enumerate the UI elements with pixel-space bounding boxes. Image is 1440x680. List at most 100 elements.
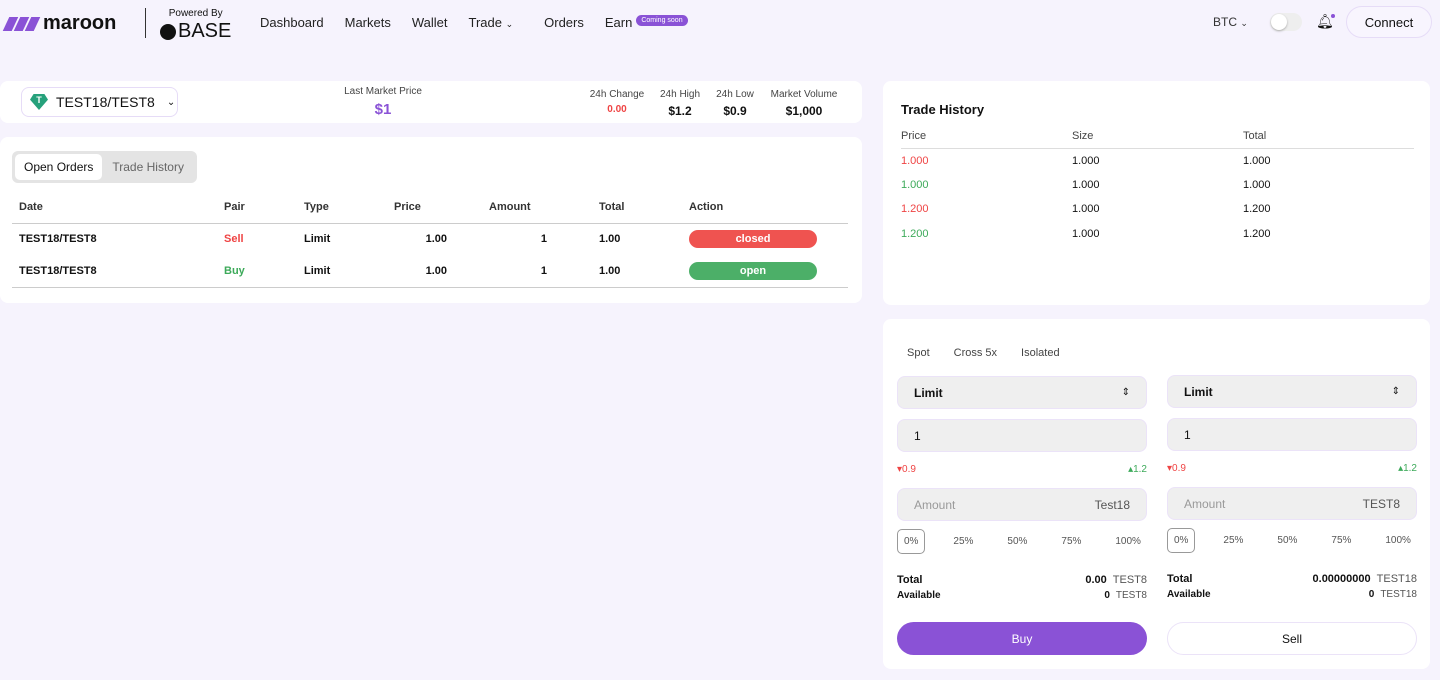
trade-history-table: Price Size Total 1.000 1.000 1.000 1.000 1.000… (901, 124, 1414, 246)
nav-earn-label: Earn (604, 15, 633, 30)
available-label: Available (1167, 589, 1211, 600)
order-type-label: Limit (1184, 384, 1213, 399)
percent-100-button[interactable]: 100% (1379, 535, 1417, 546)
sell-price-input[interactable]: 1 (1167, 418, 1417, 451)
nav-trade[interactable]: Trade ⌄ (468, 15, 513, 30)
connect-button[interactable]: Connect (1346, 6, 1432, 38)
total-label: Total (1167, 573, 1193, 585)
cell-price: 1.00 (425, 264, 447, 277)
amount-placeholder: Amount (1184, 496, 1226, 511)
stat-value: $1,000 (785, 104, 823, 118)
cell-size: 1.000 (1072, 154, 1100, 167)
pair-label: TEST18/TEST8 (56, 94, 155, 110)
cell-size: 1.000 (1072, 203, 1100, 216)
currency-selector[interactable]: BTC ⌄ (1213, 15, 1248, 29)
buy-summary: Total 0.00 TEST8 Available 0 TEST8 (897, 574, 1147, 605)
percent-75-button[interactable]: 75% (1055, 536, 1087, 547)
chevron-down-icon: ⌄ (1240, 18, 1248, 28)
table-row: TEST18/TEST8 Sell Limit 1.00 1 1.00 clos… (12, 223, 848, 255)
trade-history-panel: Trade History Price Size Total 1.000 1.000 1… (883, 81, 1430, 305)
sell-button[interactable]: Sell (1167, 622, 1417, 655)
nav-earn[interactable]: Earn Coming soon (605, 15, 688, 30)
total-value: 0.00000000 (1312, 573, 1371, 585)
pair-selector[interactable]: T TEST18/TEST8 ⌄ (21, 87, 178, 117)
change-24h: 24h Change 0.00 (584, 89, 650, 115)
cell-size: 1.000 (1072, 227, 1100, 240)
brand-name: maroon (43, 12, 117, 34)
powered-by-base: Powered By BASE (160, 8, 231, 43)
col-price: Price (394, 191, 489, 224)
cell-total: 1.000 (1243, 154, 1271, 167)
total-unit: TEST18 (1376, 573, 1417, 585)
cell-type: Limit (304, 264, 331, 277)
tab-isolated[interactable]: Isolated (1021, 347, 1060, 359)
total-label: Total (897, 574, 923, 586)
table-row: 1.000 1.000 1.000 (901, 148, 1414, 173)
percent-25-button[interactable]: 25% (947, 536, 979, 547)
percent-75-button[interactable]: 75% (1325, 535, 1357, 546)
available-value: 0 (1104, 590, 1110, 601)
tab-trade-history[interactable]: Trade History (102, 154, 194, 180)
percent-50-button[interactable]: 50% (1271, 535, 1303, 546)
buy-price-input[interactable]: 1 (897, 419, 1147, 452)
cell-side: Sell (224, 233, 244, 246)
tab-spot[interactable]: Spot (907, 347, 930, 359)
percent-25-button[interactable]: 25% (1217, 535, 1249, 546)
cell-date: TEST18/TEST8 (19, 233, 97, 246)
cell-total: 1.200 (1243, 227, 1271, 240)
base-label: BASE (178, 20, 232, 42)
percent-50-button[interactable]: 50% (1001, 536, 1033, 547)
cell-amount: 1 (540, 233, 547, 246)
buy-order-type-select[interactable]: Limit ⇕ (897, 376, 1147, 409)
cell-price: 1.200 (901, 227, 929, 240)
order-type-label: Limit (914, 385, 943, 400)
cell-price: 1.200 (901, 203, 929, 216)
percent-100-button[interactable]: 100% (1109, 536, 1147, 547)
tab-open-orders[interactable]: Open Orders (15, 154, 103, 180)
nav-trade-label: Trade (468, 15, 502, 30)
cell-date: TEST18/TEST8 (19, 264, 97, 277)
cell-total: 1.00 (599, 233, 621, 246)
brand-logo[interactable]: maroon (2, 12, 117, 35)
tab-cross[interactable]: Cross 5x (954, 347, 997, 359)
buy-button[interactable]: Buy (897, 622, 1147, 655)
status-badge[interactable]: open (689, 261, 817, 280)
status-badge[interactable]: closed (689, 230, 817, 249)
sell-amount-input[interactable]: Amount TEST8 (1167, 487, 1417, 520)
amount-unit: TEST8 (1362, 496, 1400, 511)
theme-toggle[interactable] (1270, 13, 1302, 31)
available-unit: TEST18 (1380, 589, 1417, 600)
orders-tabs: Open Orders Trade History (12, 151, 197, 183)
stat-label: Market Volume (770, 89, 838, 100)
buy-amount-input[interactable]: Amount Test18 (897, 488, 1147, 521)
cell-price: 1.000 (901, 178, 929, 191)
percent-0-button[interactable]: 0% (897, 529, 926, 554)
sell-high-indicator: ▴1.2 (1387, 463, 1417, 474)
cell-price: 1.000 (901, 154, 929, 167)
table-row: 1.200 1.000 1.200 (901, 197, 1414, 222)
nav-markets[interactable]: Markets (345, 15, 391, 30)
available-unit: TEST8 (1115, 590, 1147, 601)
trade-history-title: Trade History (901, 102, 985, 117)
tether-icon: T (30, 94, 48, 110)
bell-icon[interactable]: 🔔︎ (1316, 13, 1335, 30)
low-24h: 24h Low $0.9 (710, 89, 760, 118)
table-row: TEST18/TEST8 Buy Limit 1.00 1 1.00 open (12, 255, 848, 287)
col-price: Price (901, 124, 1072, 149)
nav-orders[interactable]: Orders (544, 15, 584, 30)
updown-chevron-icon: ⇕ (1391, 386, 1400, 397)
stat-value: $0.9 (723, 104, 747, 118)
cell-type: Limit (304, 233, 331, 246)
total-value: 0.00 (1085, 574, 1107, 586)
percent-0-button[interactable]: 0% (1167, 528, 1196, 553)
cell-side: Buy (224, 264, 245, 277)
margin-mode-tabs: Spot Cross 5x Isolated (907, 347, 1060, 359)
last-market-price: Last Market Price $1 (333, 86, 433, 118)
sell-order-type-select[interactable]: Limit ⇕ (1167, 375, 1417, 408)
nav-dashboard[interactable]: Dashboard (260, 15, 324, 30)
nav-wallet[interactable]: Wallet (412, 15, 448, 30)
col-pair: Pair (224, 191, 304, 224)
powered-by-label: Powered By (168, 8, 223, 19)
stat-value: $1 (374, 101, 392, 118)
col-amount: Amount (489, 191, 599, 224)
